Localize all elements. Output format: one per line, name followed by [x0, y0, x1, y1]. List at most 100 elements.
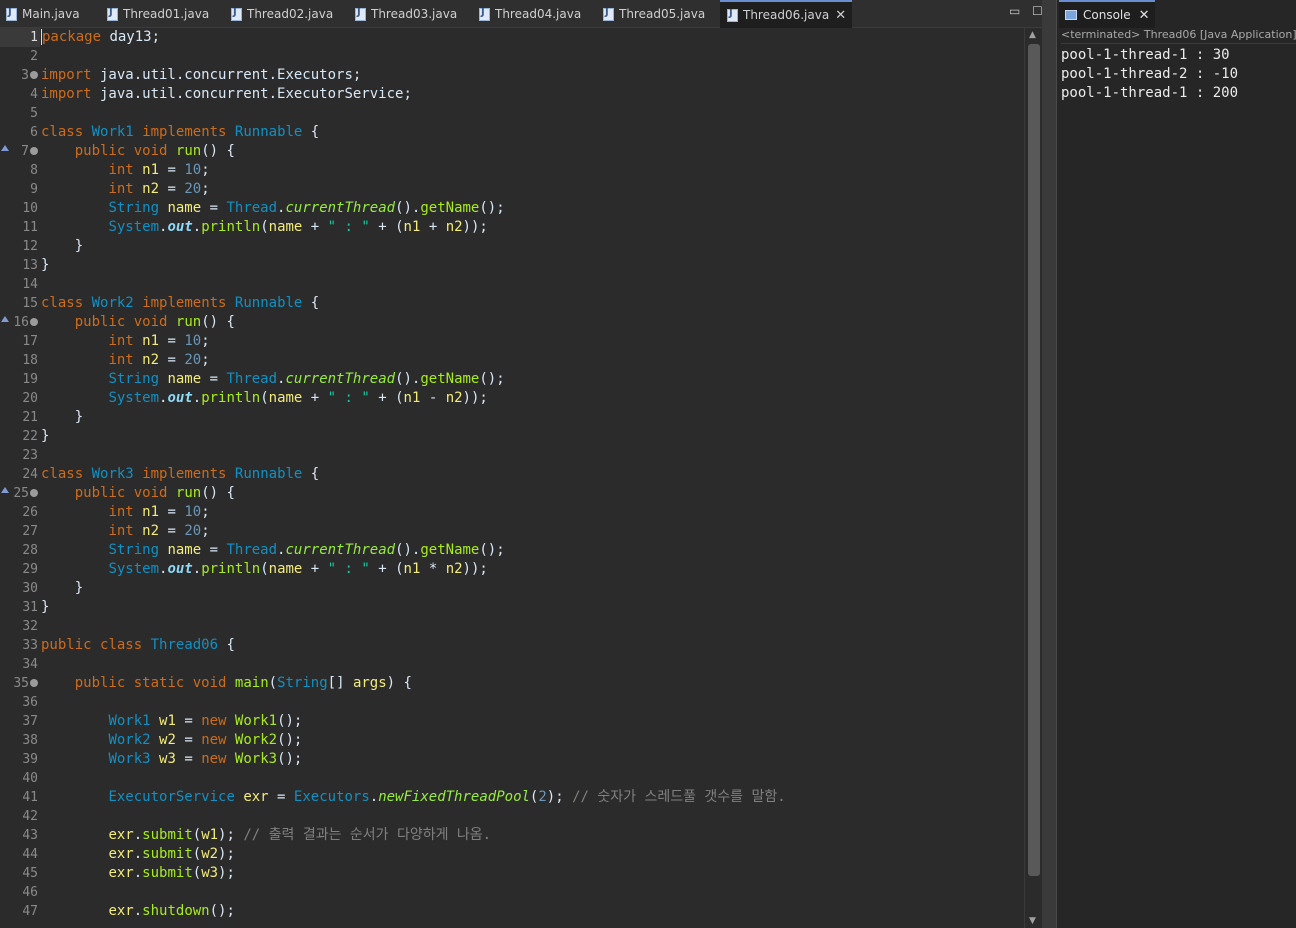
fold-collapse-icon[interactable]	[30, 318, 38, 326]
line-number: 2	[0, 47, 40, 66]
close-icon[interactable]: ✕	[835, 8, 846, 23]
code-line[interactable]: ​	[41, 47, 1024, 66]
code-line[interactable]: ​	[41, 807, 1024, 826]
code-line[interactable]: }	[41, 427, 1024, 446]
code-line[interactable]: String name = Thread.currentThread().get…	[41, 370, 1024, 389]
code-line[interactable]: ​	[41, 275, 1024, 294]
line-number: 38	[0, 731, 40, 750]
line-number: 12	[0, 237, 40, 256]
scroll-up-icon[interactable]: ▲	[1029, 30, 1036, 40]
line-number-text: 3	[21, 68, 29, 83]
code-line[interactable]: package day13;	[41, 28, 1024, 47]
code-line[interactable]: public class Thread06 {	[41, 636, 1024, 655]
code-area[interactable]: package day13;​import java.util.concurre…	[41, 28, 1024, 928]
code-line[interactable]: import java.util.concurrent.ExecutorServ…	[41, 85, 1024, 104]
fold-collapse-icon[interactable]	[30, 147, 38, 155]
line-number: 19	[0, 370, 40, 389]
line-number-text: 40	[22, 771, 38, 786]
code-line[interactable]: class Work1 implements Runnable {	[41, 123, 1024, 142]
code-editor[interactable]: 1 2 3 4 5 6 7 8 9 10 11 12 13 14 15 16 17 18 19 20 21 22 23 24 2…	[0, 28, 1042, 928]
line-number-text: 8	[30, 163, 38, 178]
code-line[interactable]: Work1 w1 = new Work1();	[41, 712, 1024, 731]
line-number-text: 14	[22, 277, 38, 292]
line-number: 20	[0, 389, 40, 408]
code-line[interactable]: exr.submit(w2);	[41, 845, 1024, 864]
line-number: 37	[0, 712, 40, 731]
code-line[interactable]: public void run() {	[41, 484, 1024, 503]
editor-scrollbar[interactable]: ▲ ▼	[1024, 28, 1042, 928]
line-number: 16	[0, 313, 40, 332]
console-output[interactable]: pool-1-thread-1 : 30 pool-1-thread-2 : -…	[1061, 46, 1238, 103]
console-status: <terminated> Thread06 [Java Application]…	[1061, 28, 1296, 44]
code-line[interactable]: public static void main(String[] args) {	[41, 674, 1024, 693]
code-line[interactable]: ​	[41, 104, 1024, 123]
code-line[interactable]: ​	[41, 446, 1024, 465]
code-line[interactable]: }	[41, 598, 1024, 617]
line-number-text: 19	[22, 372, 38, 387]
fold-collapse-icon[interactable]	[30, 489, 38, 497]
code-line[interactable]: exr.submit(w1); // 출력 결과는 순서가 다양하게 나옴.	[41, 826, 1024, 845]
line-number-text: 26	[22, 505, 38, 520]
code-line[interactable]: Work2 w2 = new Work2();	[41, 731, 1024, 750]
line-number: 32	[0, 617, 40, 636]
tab-thread03-java[interactable]: Thread03.java	[355, 0, 457, 28]
tab-console[interactable]: Console ✕	[1059, 0, 1155, 28]
code-line[interactable]: ​	[41, 883, 1024, 902]
code-line[interactable]: String name = Thread.currentThread().get…	[41, 541, 1024, 560]
line-number-text: 6	[30, 125, 38, 140]
code-line[interactable]: }	[41, 237, 1024, 256]
code-line[interactable]: int n1 = 10;	[41, 161, 1024, 180]
tab-thread02-java[interactable]: Thread02.java	[231, 0, 333, 28]
close-icon[interactable]: ✕	[1139, 8, 1150, 23]
code-line[interactable]: ExecutorService exr = Executors.newFixed…	[41, 788, 1024, 807]
code-line[interactable]: exr.shutdown();	[41, 902, 1024, 921]
line-number-text: 9	[30, 182, 38, 197]
code-line[interactable]: int n1 = 10;	[41, 503, 1024, 522]
line-number-text: 36	[22, 695, 38, 710]
tab-main-java[interactable]: Main.java	[6, 0, 80, 28]
minimize-icon[interactable]: ▭	[1009, 4, 1020, 18]
tab-thread05-java[interactable]: Thread05.java	[603, 0, 705, 28]
code-line[interactable]: ​	[41, 693, 1024, 712]
code-line[interactable]: int n2 = 20;	[41, 351, 1024, 370]
tab-thread01-java[interactable]: Thread01.java	[107, 0, 209, 28]
fold-collapse-icon[interactable]	[30, 679, 38, 687]
fold-collapse-icon[interactable]	[30, 71, 38, 79]
scrollbar-thumb[interactable]	[1028, 44, 1040, 876]
code-line[interactable]: System.out.println(name + " : " + (n1 - …	[41, 389, 1024, 408]
code-line[interactable]: }	[41, 408, 1024, 427]
panel-divider[interactable]	[1042, 0, 1056, 928]
code-line[interactable]: int n2 = 20;	[41, 180, 1024, 199]
line-number: 30	[0, 579, 40, 598]
code-line[interactable]: String name = Thread.currentThread().get…	[41, 199, 1024, 218]
line-number-text: 29	[22, 562, 38, 577]
code-line[interactable]: ​	[41, 617, 1024, 636]
code-line[interactable]: class Work2 implements Runnable {	[41, 294, 1024, 313]
line-number-gutter[interactable]: 1 2 3 4 5 6 7 8 9 10 11 12 13 14 15 16 17 18 19 20 21 22 23 24 2…	[0, 28, 40, 928]
line-number-text: 28	[22, 543, 38, 558]
tab-thread04-java[interactable]: Thread04.java	[479, 0, 581, 28]
code-line[interactable]: int n1 = 10;	[41, 332, 1024, 351]
scroll-down-icon[interactable]: ▼	[1029, 916, 1036, 926]
code-line[interactable]: ​	[41, 655, 1024, 674]
code-line[interactable]: public void run() {	[41, 313, 1024, 332]
line-number: 28	[0, 541, 40, 560]
tab-thread06-java[interactable]: Thread06.java ✕	[720, 0, 853, 28]
line-number-text: 20	[22, 391, 38, 406]
line-number: 41	[0, 788, 40, 807]
code-line[interactable]: ​	[41, 769, 1024, 788]
code-line[interactable]: System.out.println(name + " : " + (n1 * …	[41, 560, 1024, 579]
code-line[interactable]: Work3 w3 = new Work3();	[41, 750, 1024, 769]
code-line[interactable]: class Work3 implements Runnable {	[41, 465, 1024, 484]
code-line[interactable]: System.out.println(name + " : " + (n1 + …	[41, 218, 1024, 237]
line-number: 26	[0, 503, 40, 522]
line-number: 46	[0, 883, 40, 902]
code-line[interactable]: exr.submit(w3);	[41, 864, 1024, 883]
line-number-text: 37	[22, 714, 38, 729]
code-line[interactable]: }	[41, 579, 1024, 598]
code-line[interactable]: import java.util.concurrent.Executors;	[41, 66, 1024, 85]
line-number-text: 17	[22, 334, 38, 349]
code-line[interactable]: int n2 = 20;	[41, 522, 1024, 541]
code-line[interactable]: }	[41, 256, 1024, 275]
code-line[interactable]: public void run() {	[41, 142, 1024, 161]
